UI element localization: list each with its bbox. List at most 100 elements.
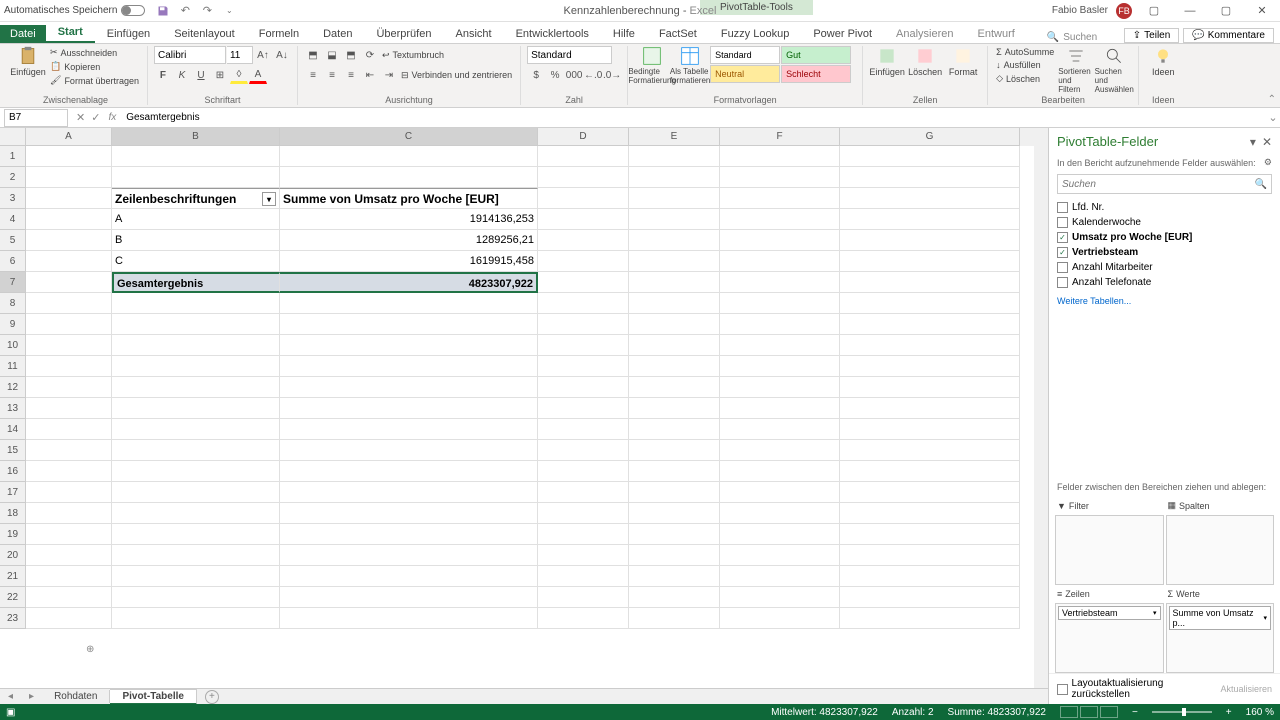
find-button[interactable]: Suchen und Auswählen xyxy=(1096,46,1132,94)
tab-analysieren[interactable]: Analysieren xyxy=(884,25,965,43)
columns-drop-zone[interactable] xyxy=(1166,515,1275,585)
tab-entwicklertools[interactable]: Entwicklertools xyxy=(504,25,601,43)
filter-dropdown-icon[interactable]: ▾ xyxy=(262,192,276,206)
col-header-b[interactable]: B xyxy=(112,128,280,146)
row-header[interactable]: 20 xyxy=(0,545,26,566)
col-header-g[interactable]: G xyxy=(840,128,1020,146)
pivot-value-cell[interactable]: 1914136,253 xyxy=(280,209,538,230)
cut-button[interactable]: ✂Ausschneiden xyxy=(48,46,141,59)
field-item[interactable]: Anzahl Telefonate xyxy=(1057,275,1272,290)
conditional-format-button[interactable]: Bedingte Formatierung xyxy=(634,46,670,85)
share-button[interactable]: ⇪Teilen xyxy=(1124,28,1180,43)
save-icon[interactable] xyxy=(157,5,169,17)
format-painter-button[interactable]: 🖌Format übertragen xyxy=(48,74,141,87)
taskpane-dropdown-icon[interactable]: ▾ xyxy=(1250,135,1256,149)
row-header[interactable]: 6 xyxy=(0,251,26,272)
row-header[interactable]: 15 xyxy=(0,440,26,461)
italic-icon[interactable]: K xyxy=(173,66,191,84)
row-header[interactable]: 18 xyxy=(0,503,26,524)
checkbox-icon[interactable] xyxy=(1057,277,1068,288)
row-header[interactable]: 17 xyxy=(0,482,26,503)
zoom-in-icon[interactable]: + xyxy=(1226,707,1232,718)
tab-powerpivot[interactable]: Power Pivot xyxy=(801,25,884,43)
dec-decimal-icon[interactable]: .0→ xyxy=(603,66,621,84)
delete-cells-button[interactable]: Löschen xyxy=(907,46,943,77)
tab-start[interactable]: Start xyxy=(46,23,95,43)
align-center-icon[interactable]: ≡ xyxy=(323,66,341,84)
row-header[interactable]: 1 xyxy=(0,146,26,167)
name-box[interactable] xyxy=(4,109,68,127)
row-header[interactable]: 4 xyxy=(0,209,26,230)
toggle-switch-icon[interactable] xyxy=(121,5,145,16)
rows-drop-zone[interactable]: Vertriebsteam xyxy=(1055,603,1164,673)
align-middle-icon[interactable]: ⬓ xyxy=(323,46,341,64)
comma-icon[interactable]: 000 xyxy=(565,66,583,84)
ribbon-options-icon[interactable]: ▢ xyxy=(1140,2,1168,20)
expand-formula-bar-icon[interactable]: ⌄ xyxy=(1266,111,1280,124)
row-header[interactable]: 21 xyxy=(0,566,26,587)
merge-button[interactable]: ⊟Verbinden und zentrieren xyxy=(399,66,514,84)
row-header[interactable]: 22 xyxy=(0,587,26,608)
field-item[interactable]: Lfd. Nr. xyxy=(1057,200,1272,215)
user-name[interactable]: Fabio Basler xyxy=(1052,5,1108,16)
values-drop-zone[interactable]: Summe von Umsatz p... xyxy=(1166,603,1275,673)
sheet-tab-pivot[interactable]: Pivot-Tabelle xyxy=(110,689,197,705)
row-header[interactable]: 9 xyxy=(0,314,26,335)
defer-checkbox[interactable] xyxy=(1057,684,1068,695)
row-header[interactable]: 7 xyxy=(0,272,26,293)
style-gut[interactable]: Gut xyxy=(781,46,851,64)
refresh-button[interactable]: Aktualisieren xyxy=(1220,684,1272,694)
view-page-break-icon[interactable] xyxy=(1100,706,1118,718)
tab-daten[interactable]: Daten xyxy=(311,25,364,43)
fill-color-icon[interactable]: ◊ xyxy=(230,66,248,84)
minimize-icon[interactable]: — xyxy=(1176,2,1204,20)
decrease-font-icon[interactable]: A↓ xyxy=(273,46,291,64)
pivot-row-label[interactable]: B xyxy=(112,230,280,251)
tab-hilfe[interactable]: Hilfe xyxy=(601,25,647,43)
horizontal-scrollbar[interactable] xyxy=(239,691,1048,703)
tab-seitenlayout[interactable]: Seitenlayout xyxy=(162,25,247,43)
pivot-value-cell[interactable]: 1619915,458 xyxy=(280,251,538,272)
style-neutral[interactable]: Neutral xyxy=(710,65,780,83)
more-tables-link[interactable]: Weitere Tabellen... xyxy=(1049,292,1280,310)
row-header[interactable]: 12 xyxy=(0,377,26,398)
row-field-item[interactable]: Vertriebsteam xyxy=(1058,606,1161,620)
col-header-d[interactable]: D xyxy=(538,128,629,146)
field-item[interactable]: Anzahl Mitarbeiter xyxy=(1057,260,1272,275)
style-schlecht[interactable]: Schlecht xyxy=(781,65,851,83)
align-right-icon[interactable]: ≡ xyxy=(342,66,360,84)
pivot-value-header[interactable]: Summe von Umsatz pro Woche [EUR] xyxy=(280,188,538,209)
row-header[interactable]: 5 xyxy=(0,230,26,251)
row-header[interactable]: 3 xyxy=(0,188,26,209)
tab-entwurf[interactable]: Entwurf xyxy=(966,25,1027,43)
copy-button[interactable]: 📋Kopieren xyxy=(48,60,141,73)
align-bottom-icon[interactable]: ⬒ xyxy=(342,46,360,64)
field-search[interactable]: 🔍 xyxy=(1057,174,1272,194)
pivot-row-header[interactable]: Zeilenbeschriftungen▾ xyxy=(112,188,280,209)
view-normal-icon[interactable] xyxy=(1060,706,1078,718)
field-item[interactable]: Vertriebsteam xyxy=(1057,245,1272,260)
sheet-nav-next-icon[interactable]: ▸ xyxy=(21,691,42,702)
row-header[interactable]: 19 xyxy=(0,524,26,545)
border-icon[interactable]: ⊞ xyxy=(211,66,229,84)
accept-formula-icon[interactable]: ✓ xyxy=(91,111,100,124)
maximize-icon[interactable]: ▢ xyxy=(1212,2,1240,20)
checkbox-icon[interactable] xyxy=(1057,202,1068,213)
row-header[interactable]: 13 xyxy=(0,398,26,419)
vertical-scrollbar[interactable] xyxy=(1034,146,1048,688)
align-top-icon[interactable]: ⬒ xyxy=(304,46,322,64)
row-header[interactable]: 10 xyxy=(0,335,26,356)
close-icon[interactable]: ✕ xyxy=(1248,2,1276,20)
spreadsheet-grid[interactable]: A B C D E F G 1 2 3 Zeilenbeschriftungen… xyxy=(0,128,1048,688)
qat-dropdown-icon[interactable]: ⌄ xyxy=(223,5,235,17)
wrap-text-button[interactable]: ↩Textumbruch xyxy=(380,46,446,64)
indent-inc-icon[interactable]: ⇥ xyxy=(380,66,398,84)
tab-formeln[interactable]: Formeln xyxy=(247,25,311,43)
paste-button[interactable]: Einfügen xyxy=(10,46,46,77)
view-page-layout-icon[interactable] xyxy=(1080,706,1098,718)
redo-icon[interactable]: ↷ xyxy=(201,5,213,17)
number-format-select[interactable] xyxy=(527,46,612,64)
col-header-e[interactable]: E xyxy=(629,128,720,146)
fx-icon[interactable]: fx xyxy=(108,112,116,123)
font-size-select[interactable] xyxy=(227,46,253,64)
